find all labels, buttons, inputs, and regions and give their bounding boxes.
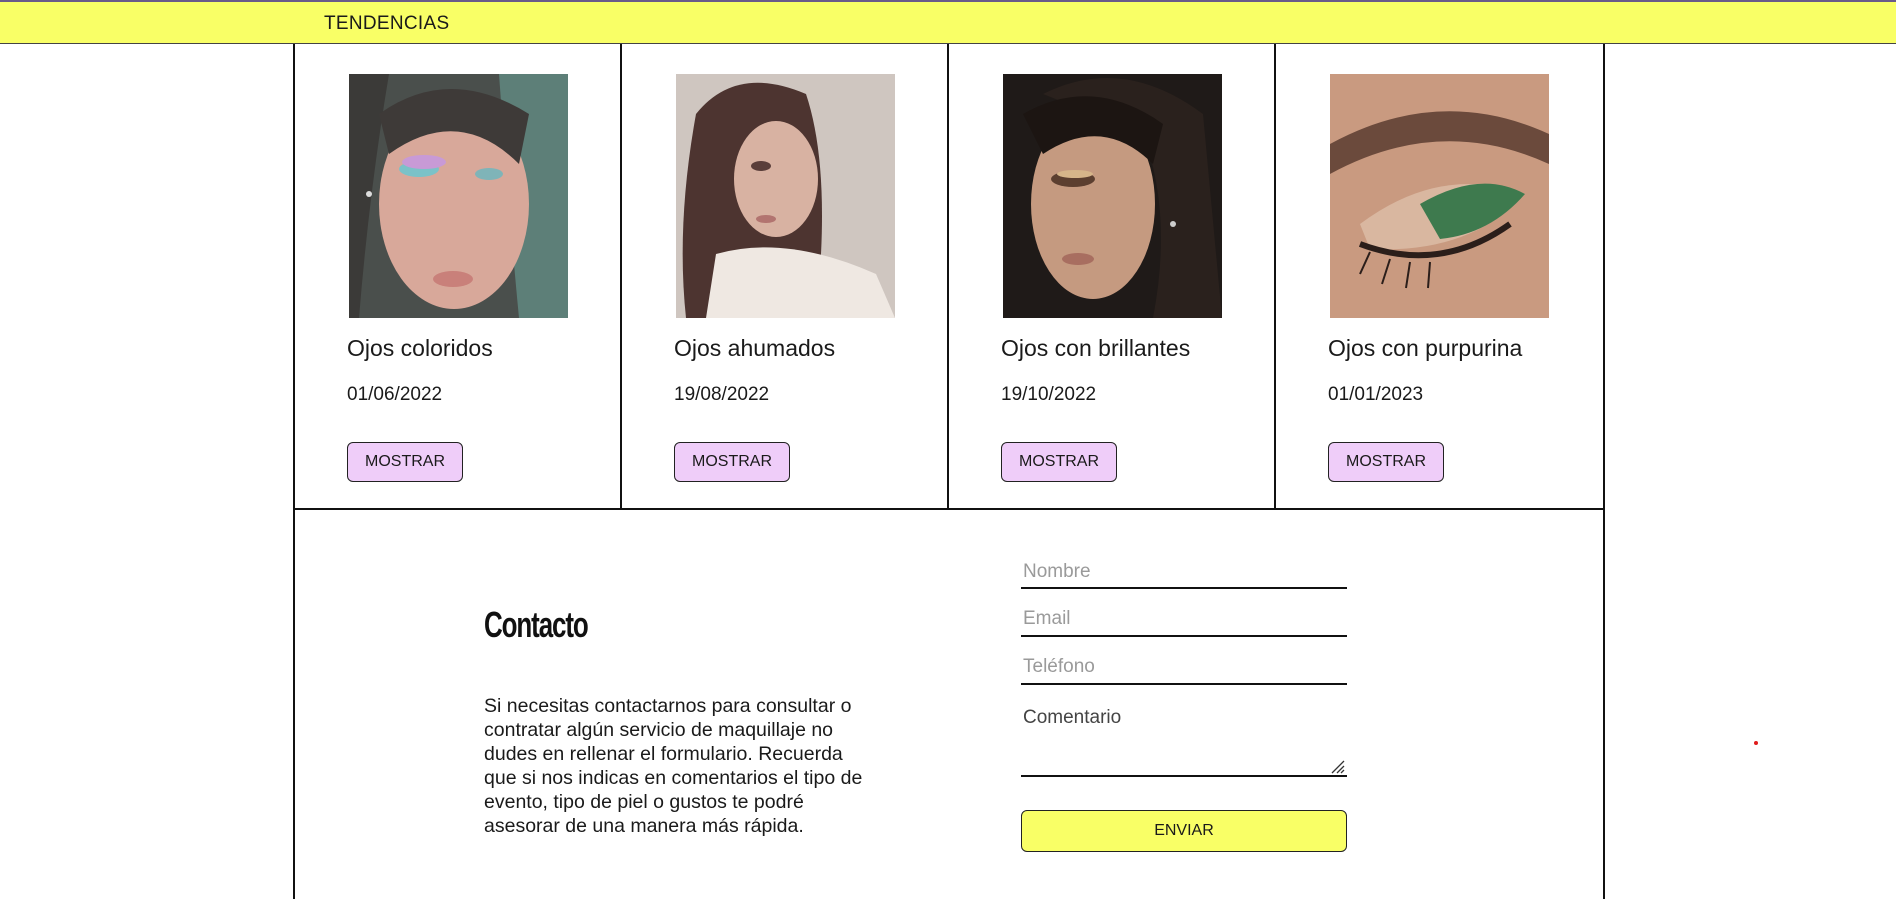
phone-field[interactable] [1021,653,1347,685]
show-button[interactable]: MOSTRAR [1001,442,1117,482]
submit-button[interactable]: ENVIAR [1021,810,1347,852]
card-title: Ojos ahumados [674,335,836,361]
photo-glitter-eyes [1003,74,1222,318]
content-frame: Ojos coloridos 01/06/2022 MOSTRAR Ojos a… [293,44,1605,899]
card-date: 01/01/2023 [1328,384,1424,405]
email-field[interactable] [1021,605,1347,637]
comment-field[interactable] [1021,699,1347,777]
top-nav-bar: TENDENCIAS [0,0,1896,44]
photo-smoky-eyes [676,74,895,318]
contact-description: Si necesitas contactarnos para consultar… [484,695,863,837]
card-title: Ojos coloridos [347,335,493,361]
name-field[interactable] [1021,559,1347,589]
card-photo [1003,74,1222,318]
card-photo [1330,74,1549,318]
card-date: 19/10/2022 [1001,384,1097,405]
show-button[interactable]: MOSTRAR [347,442,463,482]
nav-link-tendencias[interactable]: TENDENCIAS [324,13,449,35]
card-photo [676,74,895,318]
trend-card: Ojos ahumados 19/08/2022 MOSTRAR [622,44,949,508]
card-title: Ojos con purpurina [1328,335,1523,361]
card-photo [349,74,568,318]
card-date: 01/06/2022 [347,384,443,405]
photo-colorful-eyes [349,74,568,318]
contact-heading: Contacto [484,604,589,645]
cursor-dot [1754,741,1758,745]
trend-card: Ojos con brillantes 19/10/2022 MOSTRAR [949,44,1276,508]
trend-cards: Ojos coloridos 01/06/2022 MOSTRAR Ojos a… [295,44,1603,510]
card-date: 19/08/2022 [674,384,770,405]
show-button[interactable]: MOSTRAR [1328,442,1444,482]
trend-card: Ojos con purpurina 01/01/2023 MOSTRAR [1276,44,1603,508]
photo-glitter-eye-closeup [1330,74,1549,318]
card-title: Ojos con brillantes [1001,335,1191,361]
trend-card: Ojos coloridos 01/06/2022 MOSTRAR [295,44,622,508]
show-button[interactable]: MOSTRAR [674,442,790,482]
resize-grip-icon[interactable] [1329,758,1345,774]
